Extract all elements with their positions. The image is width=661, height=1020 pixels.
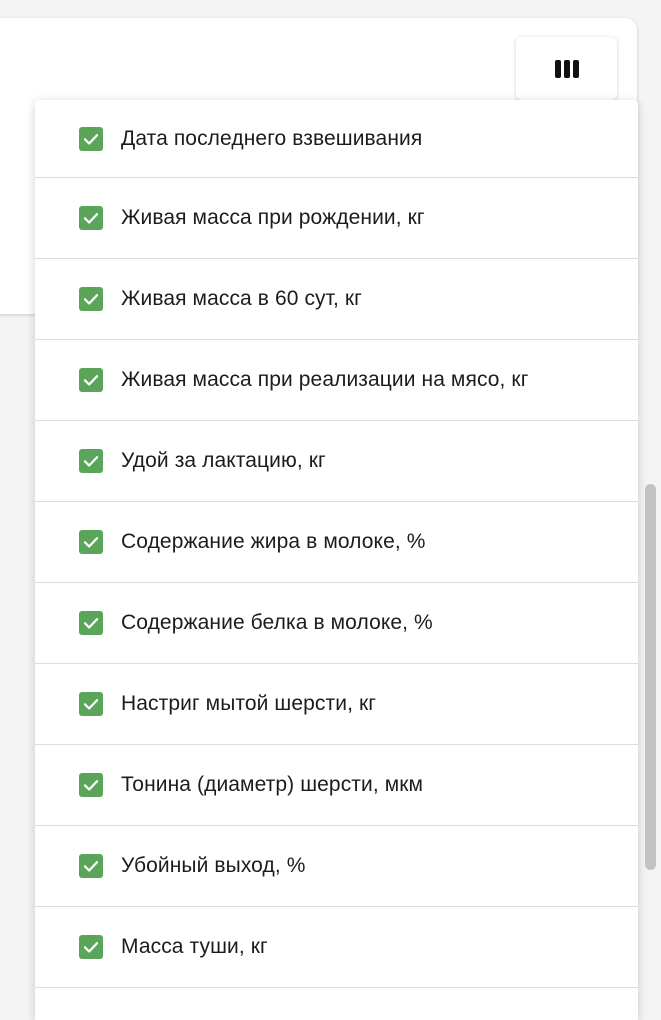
column-menu-item[interactable]: Живая масса в 60 сут, кг — [35, 259, 638, 340]
checkbox[interactable] — [79, 206, 103, 230]
scrollbar-thumb[interactable] — [645, 484, 656, 870]
checkbox[interactable] — [79, 368, 103, 392]
column-menu-item[interactable]: Настриг мытой шерсти, кг — [35, 664, 638, 745]
column-list: Дата последнего взвешивания Живая масса п… — [35, 100, 638, 988]
checkbox[interactable] — [79, 935, 103, 959]
column-menu-item-label: Тонина (диаметр) шерсти, мкм — [121, 773, 424, 796]
checkbox[interactable] — [79, 287, 103, 311]
columns-toggle-button[interactable] — [516, 37, 617, 100]
checkmark-icon — [83, 618, 99, 629]
column-menu-item-label: Содержание белка в молоке, % — [121, 611, 433, 634]
checkmark-icon — [83, 537, 99, 548]
checkbox[interactable] — [79, 530, 103, 554]
column-menu-item[interactable]: Живая масса при реализации на мясо, кг — [35, 340, 638, 421]
column-menu-item[interactable]: Убойный выход, % — [35, 826, 638, 907]
checkmark-icon — [83, 294, 99, 305]
checkbox[interactable] — [79, 773, 103, 797]
checkmark-icon — [83, 456, 99, 467]
column-menu-item[interactable]: Содержание жира в молоке, % — [35, 502, 638, 583]
column-menu-item-label: Содержание жира в молоке, % — [121, 530, 426, 553]
column-menu-item-label: Удой за лактацию, кг — [121, 449, 326, 472]
checkbox[interactable] — [79, 692, 103, 716]
checkbox[interactable] — [79, 449, 103, 473]
checkmark-icon — [83, 133, 99, 145]
checkbox[interactable] — [79, 126, 103, 151]
checkmark-icon — [83, 861, 99, 872]
column-menu-item-label: Дата последнего взвешивания — [121, 126, 423, 150]
column-menu-item-label: Настриг мытой шерсти, кг — [121, 692, 376, 715]
checkmark-icon — [83, 213, 99, 224]
column-menu-item-label: Живая масса при рождении, кг — [121, 206, 425, 229]
column-menu-item[interactable]: Масса туши, кг — [35, 907, 638, 988]
column-menu-item[interactable]: Тонина (диаметр) шерсти, мкм — [35, 745, 638, 826]
column-menu-item-label: Живая масса в 60 сут, кг — [121, 287, 362, 310]
view-columns-icon — [554, 59, 579, 78]
checkbox[interactable] — [79, 611, 103, 635]
column-menu-item[interactable]: Дата последнего взвешивания — [35, 100, 638, 178]
column-menu-item-label: Убойный выход, % — [121, 854, 306, 877]
column-menu-item-label: Живая масса при реализации на мясо, кг — [121, 368, 529, 391]
column-menu-item[interactable]: Содержание белка в молоке, % — [35, 583, 638, 664]
column-menu-item[interactable]: Живая масса при рождении, кг — [35, 178, 638, 259]
checkmark-icon — [83, 699, 99, 710]
checkbox[interactable] — [79, 854, 103, 878]
column-menu-item-label: Масса туши, кг — [121, 935, 268, 958]
column-menu-item[interactable]: Удой за лактацию, кг — [35, 421, 638, 502]
checkmark-icon — [83, 942, 99, 953]
checkmark-icon — [83, 375, 99, 386]
column-visibility-menu: Дата последнего взвешивания Живая масса п… — [35, 100, 638, 1020]
checkmark-icon — [83, 780, 99, 791]
